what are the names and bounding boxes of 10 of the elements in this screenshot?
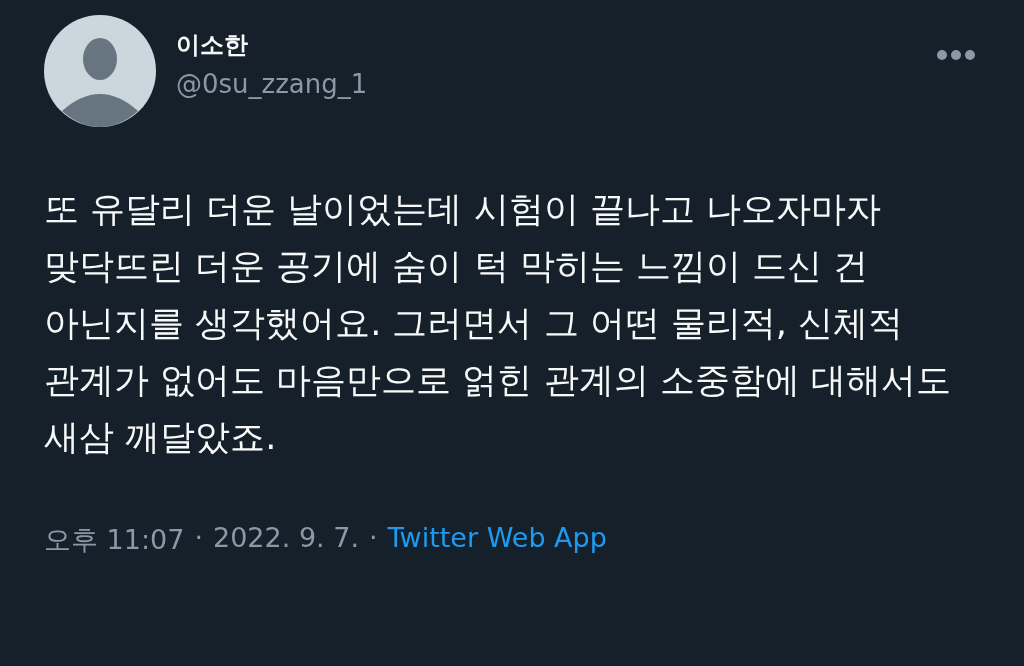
tweet-time[interactable]: 오후 11:07 — [44, 522, 185, 558]
author-handle[interactable]: @0su_zzang_1 — [176, 69, 916, 99]
avatar[interactable] — [44, 15, 156, 127]
separator: · — [369, 522, 378, 555]
source-link[interactable]: Twitter Web App — [387, 522, 607, 558]
tweet-text: 또 유달리 더운 날이었는데 시험이 끝나고 나오자마자 맞닥뜨린 더운 공기에 숨이 턱 막히는 느낌이 드신 건 아닌지를 생각했어요. 그러면서 그 어떤 물리적, 신체적 관계가 없어도 마음만으로 얽힌 관계의 소중함에 대해서도 새삼 깨달았죠. — [44, 188, 952, 459]
more-icon[interactable] — [936, 49, 976, 61]
tweet-date[interactable]: 2022. 9. 7. — [213, 522, 359, 558]
author-name[interactable]: 이소한 — [176, 29, 916, 61]
separator: · — [194, 522, 203, 555]
